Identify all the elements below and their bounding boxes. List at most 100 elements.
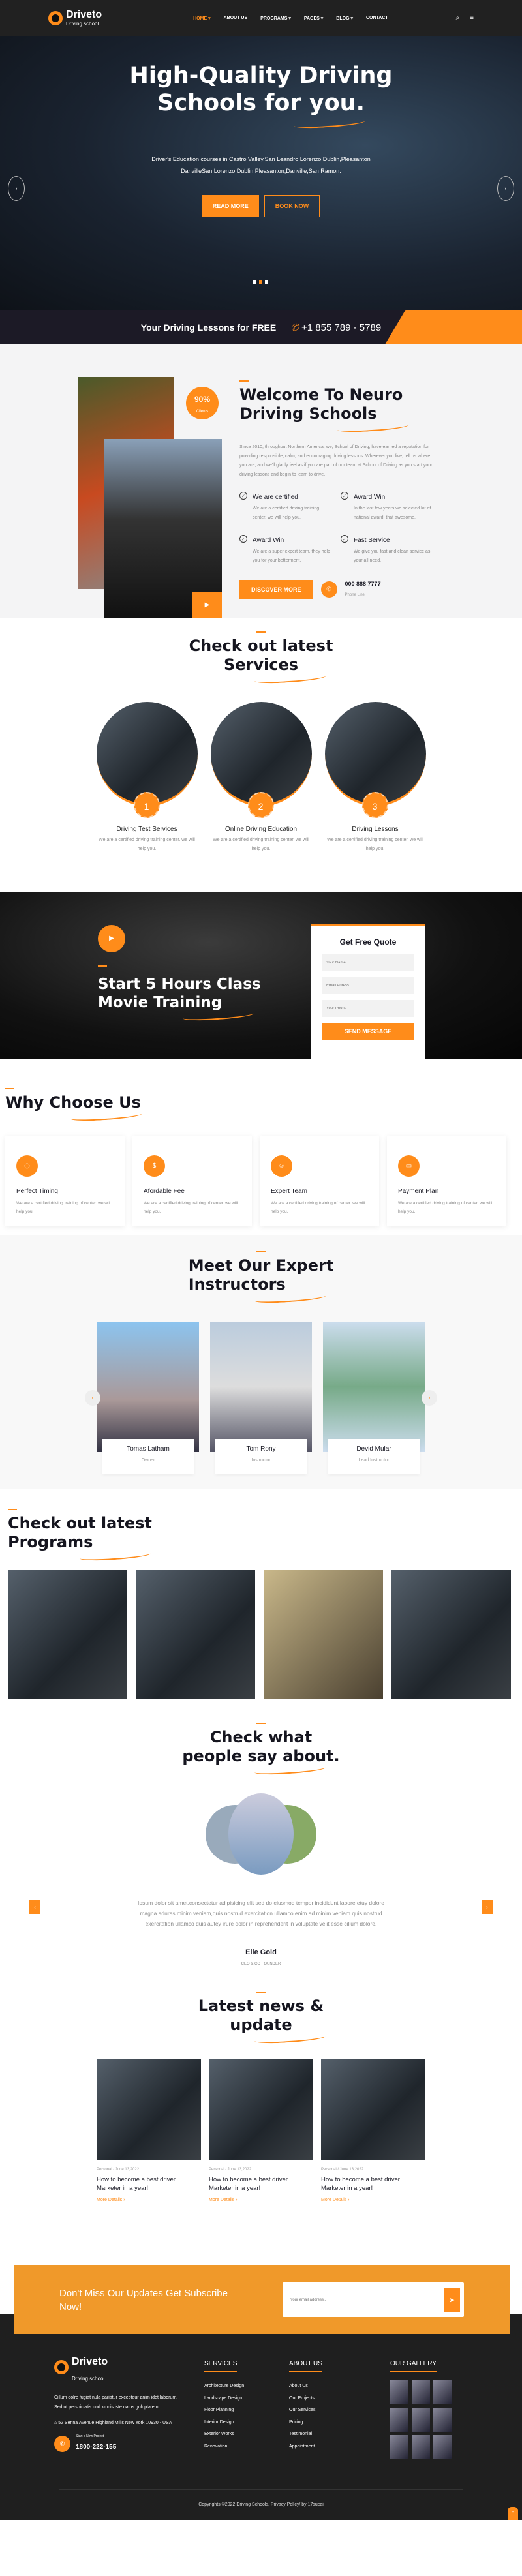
free-lessons-text: Your Driving Lessons for FREE: [140, 322, 277, 333]
section-title: Check out latest Programs: [8, 1514, 152, 1551]
testimonial-role: CEO & CO FOUNDER: [241, 1962, 281, 1967]
more-details-link[interactable]: More Details ›: [321, 2198, 425, 2202]
more-details-link[interactable]: More Details ›: [97, 2198, 201, 2202]
free-lessons-bar: Your Driving Lessons for FREE ✆ +1 855 7…: [0, 310, 522, 344]
footer-gallery: [390, 2380, 452, 2459]
send-message-button[interactable]: SEND MESSAGE: [322, 1023, 414, 1040]
footer-link[interactable]: Our Services: [289, 2404, 354, 2417]
gallery-thumb[interactable]: [390, 2408, 408, 2432]
nav-about[interactable]: ABOUT US: [224, 16, 248, 21]
gallery-thumb[interactable]: [433, 2380, 452, 2404]
slide-dot-active[interactable]: [259, 280, 262, 284]
footer-link[interactable]: Our Projects: [289, 2393, 354, 2405]
program-image[interactable]: [264, 1569, 383, 1699]
phone-icon: ✆: [290, 322, 299, 333]
clock-icon: ◷: [16, 1155, 38, 1177]
instructor-card[interactable]: Tom Rony Instructor: [210, 1321, 312, 1474]
search-icon[interactable]: ⌕: [456, 14, 460, 22]
prev-slide-button[interactable]: ‹: [8, 176, 25, 201]
discover-more-button[interactable]: DISCOVER MORE: [239, 579, 313, 599]
gallery-thumb[interactable]: [412, 2380, 430, 2404]
play-video-button[interactable]: ▶: [98, 925, 125, 952]
footer-logo[interactable]: Driveto Driving school: [54, 2350, 185, 2385]
footer-link[interactable]: Exterior Works: [204, 2429, 269, 2441]
footer-about: Cillum dolre fugiat nula pariatur except…: [54, 2395, 178, 2410]
section-title: Latest news & update: [198, 1997, 324, 2034]
form-title: Get Free Quote: [339, 937, 397, 947]
next-slide-button[interactable]: ›: [497, 176, 514, 201]
program-image[interactable]: [8, 1569, 127, 1699]
footer-link[interactable]: Landscape Design: [204, 2393, 269, 2405]
testimonials-section: Check what people say about. Ipsum dolor …: [0, 1711, 522, 1992]
why-choose-section: Why Choose Us ◷ Perfect Timing We are a ce…: [0, 1059, 522, 1235]
gallery-thumb[interactable]: [412, 2435, 430, 2459]
feature-item: ✓ Fast Service We give you fast and clean …: [341, 534, 435, 566]
quote-form: Get Free Quote SEND MESSAGE: [311, 924, 425, 1059]
footer-link[interactable]: Architecture Design: [204, 2380, 269, 2393]
service-card[interactable]: 2 Online Driving Education We are a certif…: [210, 701, 312, 854]
footer-link[interactable]: Appointment: [289, 2441, 354, 2453]
program-image[interactable]: [392, 1569, 511, 1699]
check-icon: ✓: [341, 491, 348, 500]
prev-arrow-button[interactable]: ‹: [85, 1389, 100, 1406]
footer-link[interactable]: About Us: [289, 2380, 354, 2393]
nav-contact[interactable]: CONTACT: [366, 16, 388, 21]
prev-arrow-button[interactable]: ‹: [29, 1900, 40, 1914]
nav-blog[interactable]: BLOG ▾: [336, 16, 353, 21]
book-now-button[interactable]: BOOK NOW: [264, 195, 320, 217]
gallery-thumb[interactable]: [433, 2408, 452, 2432]
check-icon: ✓: [239, 491, 247, 500]
site-header: Driveto Driving school HOME ▾ ABOUT US PR…: [0, 0, 522, 36]
menu-icon[interactable]: ≡: [470, 14, 474, 22]
brand-name: Driveto: [66, 9, 102, 20]
logo[interactable]: Driveto Driving school: [48, 9, 102, 27]
name-input[interactable]: [322, 954, 414, 971]
section-title: Why Choose Us: [5, 1093, 141, 1112]
service-card[interactable]: 1 Driving Test Services We are a certified…: [96, 701, 198, 854]
service-card[interactable]: 3 Driving Lessons We are a certified drivi…: [324, 701, 426, 854]
program-image[interactable]: [136, 1569, 255, 1699]
footer-link[interactable]: Floor Planning: [204, 2404, 269, 2417]
next-arrow-button[interactable]: ›: [482, 1900, 493, 1914]
money-icon: $: [144, 1155, 165, 1177]
phone-number[interactable]: +1 855 789 - 5789: [301, 322, 381, 333]
news-section: Latest news & update Personal / June 13,2…: [0, 1992, 522, 2246]
hero-slider: High-Quality Driving Schools for you. Dri…: [0, 36, 522, 310]
footer-link[interactable]: Interior Design: [204, 2417, 269, 2429]
back-to-top-button[interactable]: ^: [508, 2507, 518, 2520]
footer: Don't Miss Our Updates Get Subscribe Now…: [0, 2246, 522, 2520]
gallery-thumb[interactable]: [390, 2380, 408, 2404]
send-icon[interactable]: ➤: [444, 2287, 460, 2312]
footer-link[interactable]: Testimonial: [289, 2429, 354, 2441]
subscribe-banner: Don't Miss Our Updates Get Subscribe Now…: [14, 2265, 510, 2334]
next-arrow-button[interactable]: ›: [422, 1389, 437, 1406]
subscribe-title: Don't Miss Our Updates Get Subscribe Now…: [59, 2287, 228, 2312]
clients-badge: 90% Clients: [186, 387, 219, 419]
phone-input[interactable]: [322, 1000, 414, 1017]
more-details-link[interactable]: More Details ›: [209, 2198, 313, 2202]
nav-programs[interactable]: PROGRAMS ▾: [260, 16, 291, 21]
welcome-section: ▶ 90% Clients Welcome To Neuro Driving Sch…: [0, 344, 522, 618]
hero-title: High-Quality Driving Schools for you.: [129, 63, 393, 116]
instructor-card[interactable]: Devid Mular Lead Instructor: [323, 1321, 425, 1474]
slide-dot[interactable]: [253, 280, 256, 284]
gallery-thumb[interactable]: [390, 2435, 408, 2459]
email-input[interactable]: [322, 977, 414, 994]
play-video-button[interactable]: ▶: [192, 592, 222, 618]
footer-link[interactable]: Pricing: [289, 2417, 354, 2429]
instructor-card[interactable]: Tomas Latham Owner: [97, 1321, 199, 1474]
testimonial-name: Elle Gold: [245, 1948, 277, 1957]
nav-pages[interactable]: PAGES ▾: [304, 16, 323, 21]
read-more-button[interactable]: READ MORE: [202, 195, 259, 217]
brand-tagline: Driving school: [66, 21, 99, 27]
nav-home[interactable]: HOME ▾: [193, 16, 210, 21]
gallery-thumb[interactable]: [412, 2408, 430, 2432]
accent-wedge: [385, 310, 522, 344]
feature-card: ☺ Expert Team We are a certified driving t…: [260, 1135, 379, 1226]
email-input[interactable]: [290, 2297, 444, 2302]
slide-dot[interactable]: [265, 280, 268, 284]
gallery-thumb[interactable]: [433, 2435, 452, 2459]
phone-number[interactable]: 000 888 7777: [345, 581, 381, 587]
service-image: 1: [96, 701, 198, 818]
footer-link[interactable]: Renovation: [204, 2441, 269, 2453]
